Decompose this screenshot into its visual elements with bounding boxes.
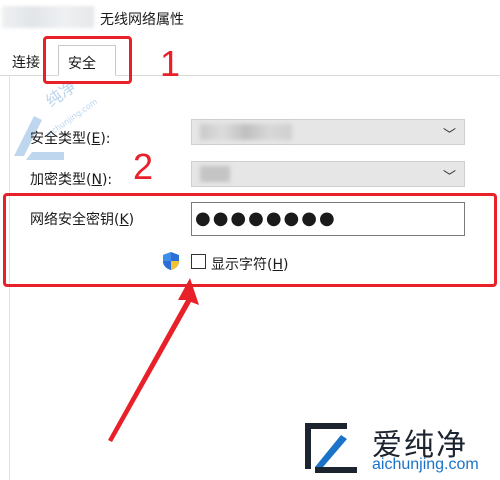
watermark-url: aichunjing.com	[372, 456, 479, 473]
annotation-number-2: 2	[133, 146, 154, 187]
tab-connection[interactable]: 连接	[10, 52, 42, 72]
window-title: 无线网络属性	[100, 12, 184, 28]
security-type-dropdown[interactable]: ﹀	[191, 119, 465, 145]
security-type-label: 安全类型(E):	[30, 131, 111, 147]
annotation-box-1	[43, 36, 132, 84]
chevron-down-icon: ﹀	[442, 128, 456, 143]
watermark-logo-icon	[305, 423, 357, 473]
annotation-box-2	[3, 193, 497, 287]
blurred-value	[200, 166, 230, 182]
title-bar: 无线网络属性	[0, 0, 500, 38]
blurred-window-icon	[2, 6, 94, 28]
chevron-down-icon: ﹀	[442, 170, 456, 185]
annotation-number-1: 1	[160, 43, 181, 84]
blurred-value	[200, 124, 292, 140]
encryption-type-dropdown[interactable]: ﹀	[191, 161, 465, 187]
encryption-type-label: 加密类型(N):	[30, 172, 113, 188]
